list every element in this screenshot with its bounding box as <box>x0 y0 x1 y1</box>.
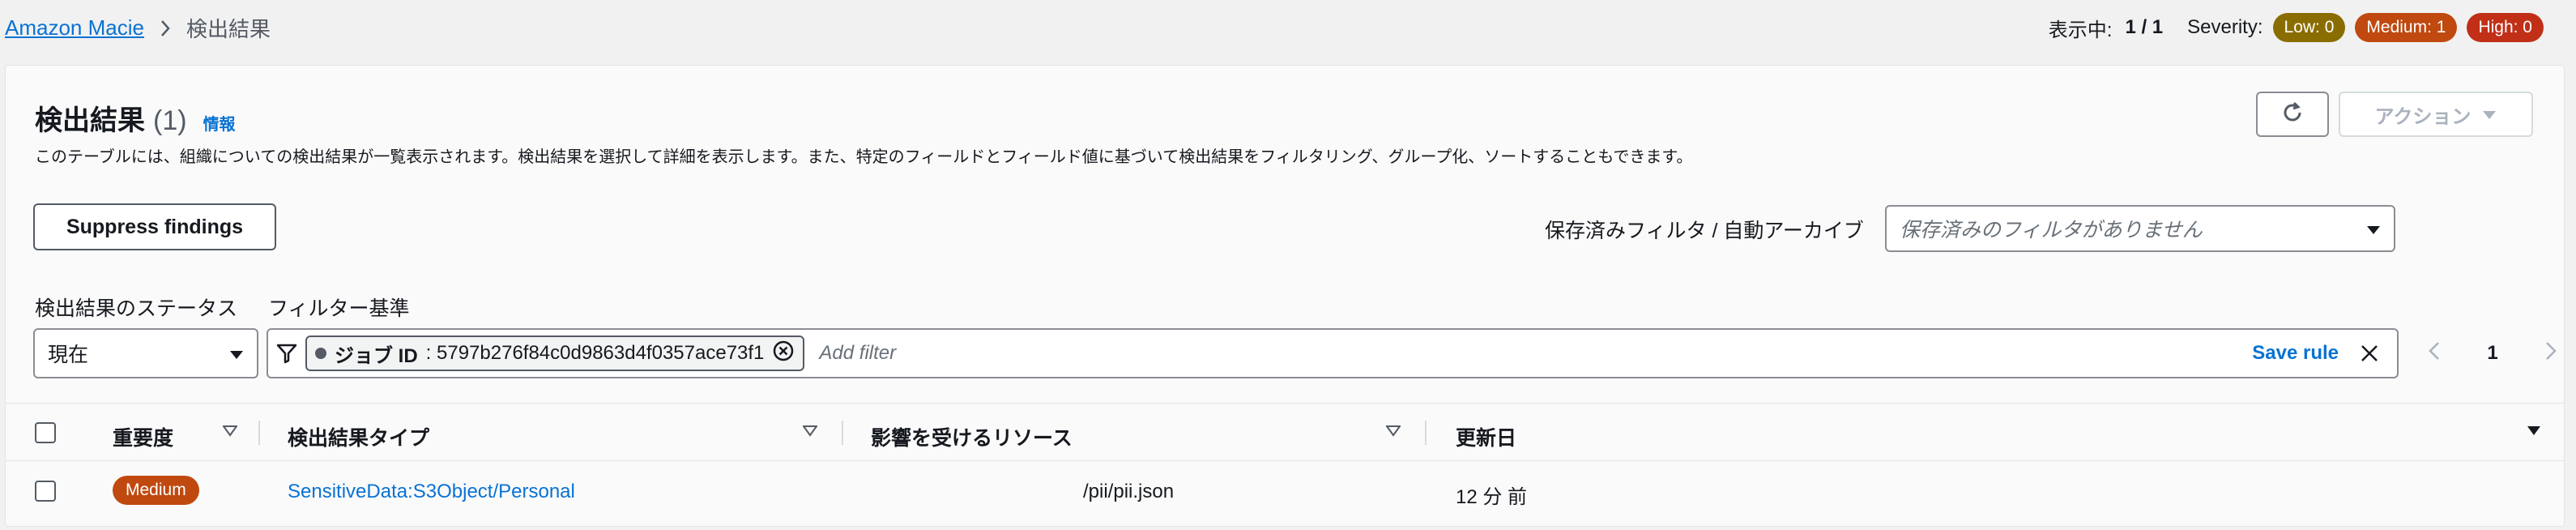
column-divider[interactable] <box>258 421 260 445</box>
sort-icon[interactable] <box>223 425 237 437</box>
refresh-button[interactable] <box>2256 92 2329 137</box>
close-icon[interactable] <box>2360 344 2379 363</box>
breadcrumb-link-macie[interactable]: Amazon Macie <box>5 15 144 41</box>
summary-bar: 表示中: 1 / 1 Severity: Low: 0 Medium: 1 Hi… <box>2049 13 2544 42</box>
remove-token-icon[interactable] <box>772 340 795 368</box>
table-header: 重要度 検出結果タイプ 影響を受けるリソース 更新日 <box>6 404 2564 461</box>
sort-icon[interactable] <box>1386 425 1401 437</box>
save-rule-button[interactable]: Save rule <box>2252 342 2339 365</box>
severity-label: Severity: <box>2187 16 2263 38</box>
caret-down-icon <box>2366 217 2381 241</box>
panel-heading: 検出結果 (1) 情報 <box>35 98 236 138</box>
sort-icon[interactable] <box>803 425 817 437</box>
divider <box>6 403 2564 404</box>
add-filter-input[interactable]: Add filter <box>819 342 2252 365</box>
saved-filters-select[interactable]: 保存済みのフィルタがありません <box>1885 205 2395 252</box>
row-checkbox[interactable] <box>35 481 56 502</box>
showing-label: 表示中: <box>2048 19 2113 41</box>
caret-down-icon <box>229 342 244 365</box>
current-page[interactable]: 1 <box>2487 342 2497 365</box>
filter-icon <box>276 343 297 364</box>
top-bar: Amazon Macie 検出結果 表示中: 1 / 1 Severity: L… <box>0 0 2576 58</box>
saved-filters-label: 保存済みフィルタ / 自動アーカイブ <box>1545 220 1864 242</box>
column-header-severity[interactable]: 重要度 <box>113 422 173 451</box>
showing-count: 1 / 1 <box>2125 16 2164 38</box>
severity-medium-badge: Medium: 1 <box>2355 13 2458 42</box>
column-divider[interactable] <box>842 421 843 445</box>
status-value: 現在 <box>48 344 89 366</box>
chevron-right-icon <box>159 19 172 38</box>
token-dot-icon <box>315 348 326 359</box>
refresh-icon <box>2280 100 2305 129</box>
panel-description: このテーブルには、組織についての検出結果が一覧表示されます。検出結果を選択して詳… <box>35 148 1693 166</box>
column-header-finding-type[interactable]: 検出結果タイプ <box>288 422 429 451</box>
findings-count: (1) <box>153 105 187 136</box>
breadcrumb-current: 検出結果 <box>186 17 271 41</box>
filter-criteria-label: フィルター基準 <box>268 297 410 320</box>
finding-type-link[interactable]: SensitiveData:S3Object/Personal <box>288 481 575 503</box>
findings-panel: 検出結果 (1) 情報 このテーブルには、組織についての検出結果が一覧表示されま… <box>5 65 2565 527</box>
status-select[interactable]: 現在 <box>33 328 258 378</box>
updated-time: 12 分 前 <box>1456 486 1528 508</box>
breadcrumb: Amazon Macie 検出結果 <box>5 13 271 43</box>
column-header-resource[interactable]: 影響を受けるリソース <box>871 422 1073 451</box>
info-link[interactable]: 情報 <box>203 111 236 135</box>
severity-badge: Medium <box>113 476 199 505</box>
filter-bar[interactable]: ジョブ ID : 5797b276f84c0d9863d4f0357ace73f… <box>267 328 2399 378</box>
severity-low-badge: Low: 0 <box>2272 13 2346 42</box>
actions-dropdown[interactable]: アクション <box>2339 92 2533 137</box>
status-label: 検出結果のステータス <box>35 297 238 320</box>
actions-label: アクション <box>2374 105 2472 128</box>
page-title: 検出結果 <box>35 105 145 136</box>
chevron-left-icon[interactable] <box>2428 340 2441 367</box>
suppress-findings-button[interactable]: Suppress findings <box>33 203 276 250</box>
pagination: 1 <box>2428 336 2557 370</box>
affected-resource: /pii/pii.json <box>1083 481 1175 502</box>
column-header-updated[interactable]: 更新日 <box>1456 422 1516 451</box>
table-row[interactable]: Medium SensitiveData:S3Object/Personal /… <box>6 463 2564 521</box>
caret-down-icon <box>2482 103 2497 126</box>
severity-high-badge: High: 0 <box>2467 13 2544 42</box>
token-value: : 5797b276f84c0d9863d4f0357ace73f1 <box>425 342 765 364</box>
filter-token[interactable]: ジョブ ID : 5797b276f84c0d9863d4f0357ace73f… <box>305 336 805 371</box>
saved-filters-placeholder: 保存済みのフィルタがありません <box>1900 219 2203 241</box>
column-divider[interactable] <box>1425 421 1427 445</box>
sort-descending-icon[interactable] <box>2527 425 2541 437</box>
token-key: ジョブ ID <box>335 344 418 367</box>
chevron-right-icon[interactable] <box>2544 340 2557 367</box>
select-all-checkbox[interactable] <box>35 422 56 443</box>
